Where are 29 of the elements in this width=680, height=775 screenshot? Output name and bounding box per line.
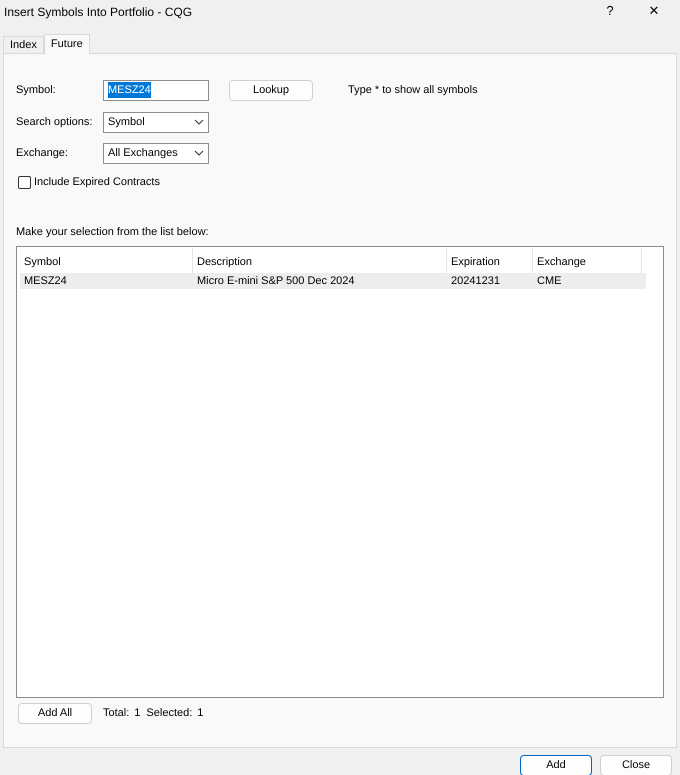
chevron-icon xyxy=(194,119,204,125)
field-label: Exchange: xyxy=(16,146,69,161)
dialog-button[interactable]: Add xyxy=(520,755,592,775)
chevron-icon xyxy=(194,150,204,156)
total-value: 1 xyxy=(134,706,140,722)
field-label: Symbol: xyxy=(16,82,57,98)
list-caption: Make your selection from the list below: xyxy=(16,224,210,240)
window-title: Insert Symbols Into Portfolio - CQG xyxy=(4,4,194,21)
help-button[interactable]: ? xyxy=(588,0,632,22)
dialog-button[interactable]: Close xyxy=(600,755,672,775)
hint-text: Type * to show all symbols xyxy=(348,82,478,98)
field-label: Search options: xyxy=(16,114,94,130)
exchange-dropdown[interactable]: All Exchanges xyxy=(103,142,209,164)
tab[interactable]: Index xyxy=(3,36,44,53)
search-options-dropdown[interactable]: Symbol xyxy=(103,112,209,132)
table-cell-text: Micro E-mini S&P 500 Dec 2024 xyxy=(196,274,356,289)
close-button[interactable]: ✕ xyxy=(632,0,676,22)
selected-value: 1 xyxy=(197,706,204,722)
symbol-field[interactable]: MESZ24 xyxy=(103,80,209,100)
selected-label: Selected: xyxy=(146,706,192,722)
table-cell-text: 20241231 xyxy=(450,274,501,289)
total-label: Total: xyxy=(103,706,130,722)
tab[interactable]: Future xyxy=(44,34,90,54)
add-all-button[interactable]: Add All xyxy=(18,703,92,724)
table-cell-text: MESZ24 xyxy=(23,274,68,289)
table-cell-text: CME xyxy=(536,274,562,289)
checkbox-label: Include Expired Contracts xyxy=(34,175,160,190)
lookup-button[interactable]: Lookup xyxy=(229,80,313,100)
checkbox[interactable] xyxy=(18,176,31,189)
